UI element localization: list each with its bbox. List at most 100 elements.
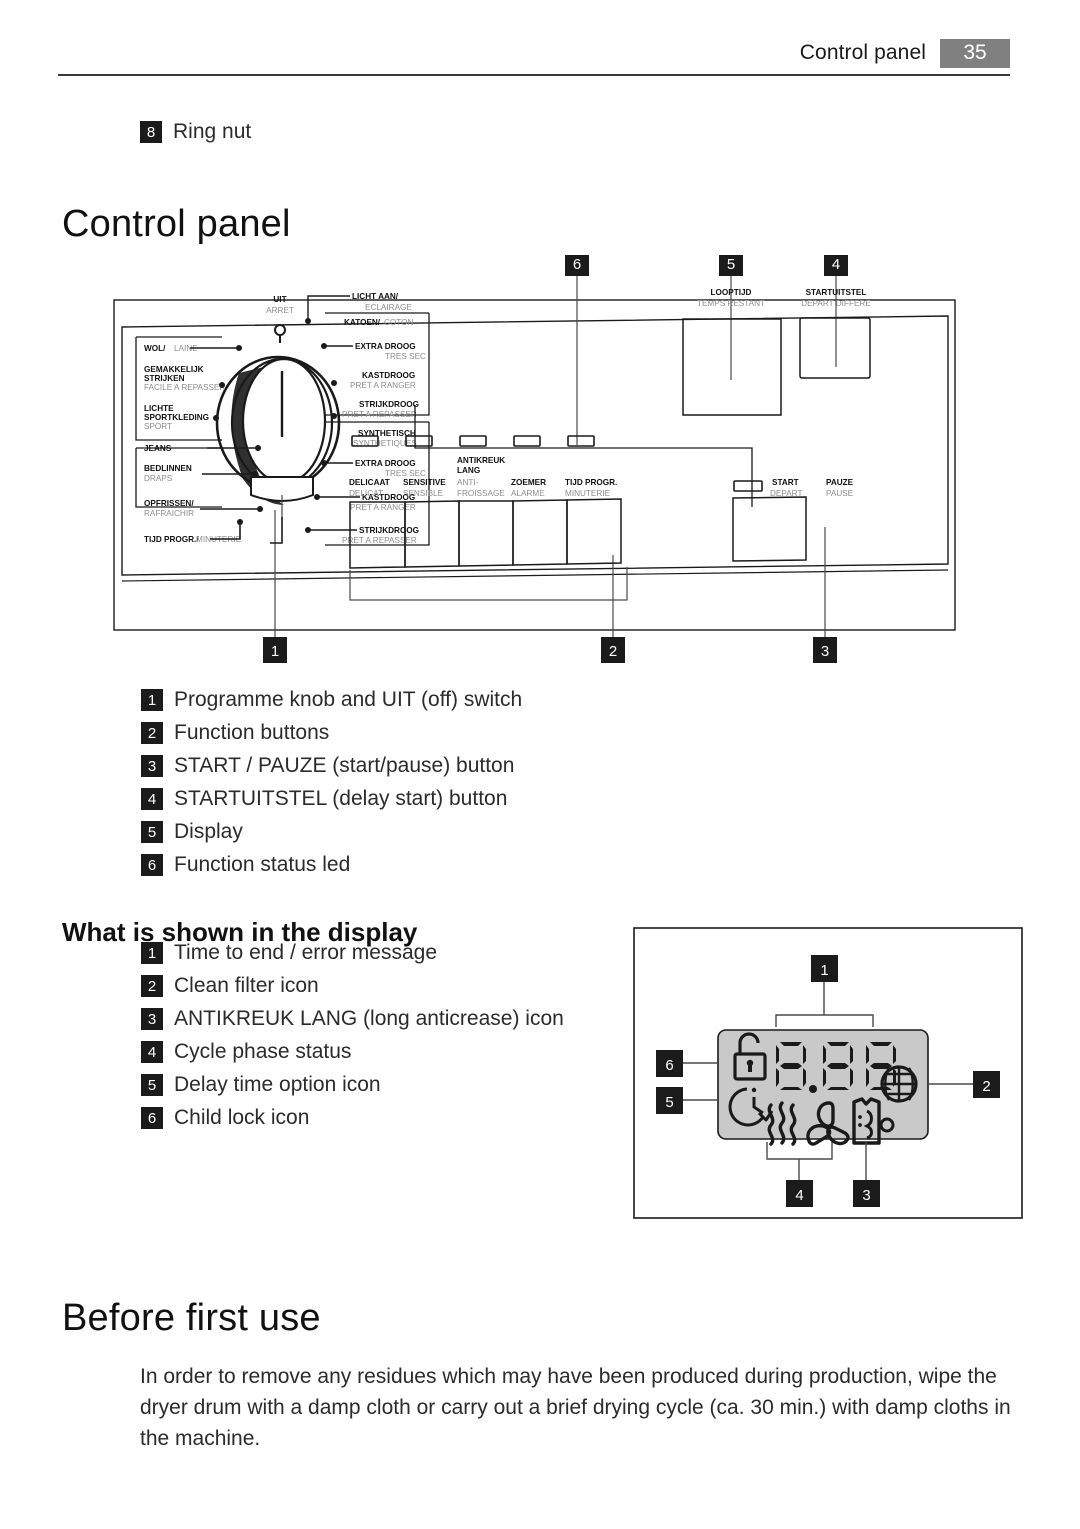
button-zoemer[interactable] bbox=[512, 499, 568, 566]
callout-5-badge: 5 bbox=[656, 1087, 683, 1114]
fn-label-lang-nl: LANG bbox=[457, 466, 480, 475]
synth-strijkdroog-nl: STRIJKDROOG bbox=[359, 526, 419, 535]
item-label: Ring nut bbox=[173, 120, 252, 143]
programme-label-sportkleding-nl: SPORTKLEDING bbox=[144, 413, 209, 422]
programme-labels-left: WOL/ LAINE GEMAKKELIJK STRIJKEN FACILE A… bbox=[144, 344, 242, 544]
display-legend: 1 Time to end / error message 2 Clean fi… bbox=[141, 938, 564, 1136]
fn-label-tijdprogr-nl: TIJD PROGR. bbox=[565, 478, 617, 487]
callout-2-badge: 2 bbox=[973, 1071, 1000, 1098]
callout-number: 5 bbox=[727, 256, 735, 273]
legend-number: 4 bbox=[141, 788, 163, 810]
legend-text: Display bbox=[174, 820, 243, 843]
item-number-badge: 8 bbox=[140, 121, 162, 143]
knob-off-label-fr: ARRET bbox=[266, 306, 294, 315]
fn-label-delicat-fr: DELICAT bbox=[349, 489, 383, 498]
legend-text: Function status led bbox=[174, 853, 351, 876]
legend-number: 3 bbox=[141, 1008, 163, 1030]
light-on-label-nl: LICHT AAN/ bbox=[352, 292, 399, 301]
programme-label-tijdprogr-nl: TIJD PROGR./ bbox=[144, 535, 199, 544]
button-start-pauze[interactable] bbox=[732, 496, 807, 562]
status-led-3 bbox=[459, 435, 487, 447]
group-header-katoen-nl: KATOEN/ bbox=[344, 318, 381, 327]
callout-number: 2 bbox=[982, 1078, 990, 1095]
legend-number: 1 bbox=[141, 689, 163, 711]
legend-item: 1 Time to end / error message bbox=[141, 938, 564, 971]
button-tijd-progr[interactable] bbox=[566, 498, 622, 565]
programme-labels-right: KATOEN/ COTON EXTRA DROOG TRES SEC KASTD… bbox=[342, 318, 426, 545]
light-on-label-fr: ECLAIRAGE bbox=[365, 303, 412, 312]
fn-label-minuterie-fr: MINUTERIE bbox=[565, 489, 611, 498]
callout-6-top: 6 bbox=[565, 255, 589, 276]
fn-label-delicaat-nl: DELICAAT bbox=[349, 478, 390, 487]
callout-number: 6 bbox=[665, 1057, 673, 1074]
legend-number: 2 bbox=[141, 975, 163, 997]
legend-text: STARTUITSTEL (delay start) button bbox=[174, 787, 508, 810]
fn-label-alarme-fr: ALARME bbox=[511, 489, 545, 498]
programme-label-gemakkelijk-nl: GEMAKKELIJK bbox=[144, 365, 204, 374]
legend-text: Programme knob and UIT (off) switch bbox=[174, 688, 523, 711]
running-header: Control panel 35 bbox=[58, 38, 1010, 76]
cotton-extra-droog-nl: EXTRA DROOG bbox=[355, 342, 416, 351]
programme-label-wol-nl: WOL/ bbox=[144, 344, 166, 353]
legend-item: 6 Function status led bbox=[141, 850, 522, 883]
cotton-strijkdroog-nl: STRIJKDROOG bbox=[359, 400, 419, 409]
legend-number: 3 bbox=[141, 755, 163, 777]
legend-number: 6 bbox=[141, 1107, 163, 1129]
legend-number: 4 bbox=[141, 1041, 163, 1063]
callout-number: 3 bbox=[862, 1187, 870, 1204]
legend-text: Child lock icon bbox=[174, 1106, 310, 1129]
legend-number: 2 bbox=[141, 722, 163, 744]
fn-label-anti-fr: ANTI- bbox=[457, 478, 479, 487]
synth-extra-droog-nl: EXTRA DROOG bbox=[355, 459, 416, 468]
programme-label-jeans-nl: JEANS bbox=[144, 444, 172, 453]
legend-number: 1 bbox=[141, 942, 163, 964]
callout-5-top: 5 bbox=[719, 255, 743, 276]
callout-1-leader bbox=[775, 981, 874, 1027]
callout-4-top: 4 bbox=[824, 255, 848, 276]
cotton-kastdroog-nl: KASTDROOG bbox=[362, 371, 415, 380]
callout-2-bottom: 2 bbox=[601, 637, 625, 663]
page-number-badge: 35 bbox=[940, 38, 1010, 68]
knob-off-marker bbox=[274, 324, 286, 343]
status-led-4 bbox=[513, 435, 541, 447]
programme-label-bedlinnen-nl: BEDLINNEN bbox=[144, 464, 192, 473]
fn-label-sensitive-nl: SENSITIVE bbox=[403, 478, 446, 487]
legend-item: 6 Child lock icon bbox=[141, 1103, 564, 1136]
legend-text: Delay time option icon bbox=[174, 1073, 381, 1096]
callout-number: 3 bbox=[821, 643, 829, 660]
delay-start-label-fr: DEPART DIFFERE bbox=[801, 299, 871, 308]
button-antikreuk-lang[interactable] bbox=[458, 500, 514, 567]
header-divider bbox=[58, 74, 1010, 76]
callout-number: 1 bbox=[271, 643, 279, 660]
legend-text: Clean filter icon bbox=[174, 974, 319, 997]
synth-pret-ranger-fr: PRET A RANGER bbox=[350, 503, 416, 512]
legend-text: START / PAUZE (start/pause) button bbox=[174, 754, 515, 777]
display-window-label-nl: LOOPTIJD bbox=[711, 288, 752, 297]
start-label-nl: START bbox=[772, 478, 799, 487]
status-led-5 bbox=[567, 435, 595, 447]
callout-number: 4 bbox=[832, 256, 840, 273]
legend-number: 6 bbox=[141, 854, 163, 876]
callout-4-leader bbox=[766, 1142, 833, 1180]
legend-text: Time to end / error message bbox=[174, 941, 437, 964]
delay-start-label-nl: STARTUITSTEL bbox=[806, 288, 867, 297]
callout-4-badge: 4 bbox=[786, 1180, 813, 1207]
control-panel-legend: 1 Programme knob and UIT (off) switch 2 … bbox=[141, 685, 522, 883]
display-window bbox=[682, 318, 782, 416]
fn-label-sensible-fr: SENSIBLE bbox=[403, 489, 444, 498]
pauze-label-nl: PAUZE bbox=[826, 478, 854, 487]
knob-off-label-nl: UIT bbox=[273, 295, 286, 304]
legend-item: 1 Programme knob and UIT (off) switch bbox=[141, 685, 522, 718]
programme-knob[interactable] bbox=[215, 355, 341, 520]
callout-number: 2 bbox=[609, 643, 617, 660]
legend-item: 4 STARTUITSTEL (delay start) button bbox=[141, 784, 522, 817]
callout-6-badge: 6 bbox=[656, 1050, 683, 1077]
clean-filter-grid-icon bbox=[880, 1065, 918, 1103]
page-title-control-panel: Control panel bbox=[62, 203, 291, 246]
startuitstel-button[interactable] bbox=[799, 317, 871, 379]
programme-label-facile-fr: FACILE A REPASSER bbox=[144, 383, 225, 392]
programme-label-sport-fr: SPORT bbox=[144, 422, 172, 431]
callout-number: 5 bbox=[665, 1094, 673, 1111]
legend-number: 5 bbox=[141, 1074, 163, 1096]
callout-number: 6 bbox=[573, 256, 581, 273]
